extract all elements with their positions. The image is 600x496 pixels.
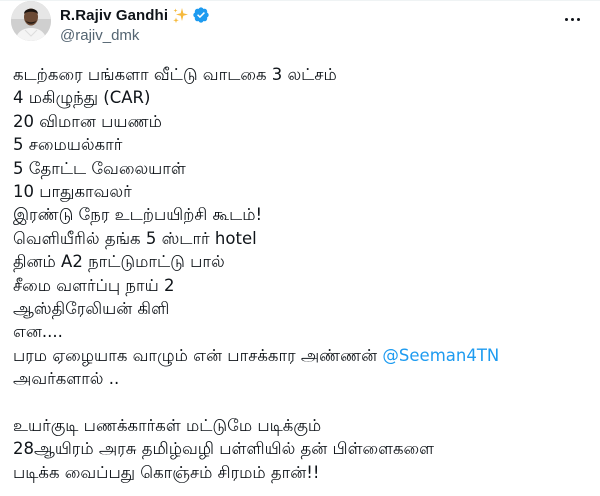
name-row: R.Rajiv Gandhi: [60, 5, 210, 25]
tweet-line-with-mention: பரம ஏழையாக வாழும் என் பாசக்கார அண்ணன் @S…: [13, 344, 593, 367]
tweet-line-text: பரம ஏழையாக வாழும் என் பாசக்கார அண்ணன்: [13, 345, 383, 365]
tweet-line: தினம் A2 நாட்டுமாட்டு பால்: [13, 252, 225, 272]
tweet-line: அவர்களால் ..: [13, 369, 120, 389]
author-handle[interactable]: @rajiv_dmk: [60, 26, 210, 46]
avatar[interactable]: [11, 1, 51, 41]
tweet-text: கடற்கரை பங்களா வீட்டு வாடகை 3 லட்சம் 4 ம…: [13, 63, 593, 484]
tweet-line: 5 தோட்ட வேலையாள்: [13, 158, 186, 178]
divider: [0, 0, 600, 1]
tweet-line: 20 விமான பயணம்: [13, 111, 162, 131]
more-options-button[interactable]: [560, 8, 584, 30]
tweet-line: ஆஸ்திரேலியன் கிளி: [13, 298, 170, 318]
tweet-line: படிக்க வைப்பது கொஞ்சம் சிரமம் தான்!!: [13, 462, 320, 482]
tweet-line: என....: [13, 322, 63, 342]
more-dot-icon: [570, 17, 574, 21]
author-display-name[interactable]: R.Rajiv Gandhi: [60, 7, 168, 24]
tweet-line: 10 பாதுகாவலர்: [13, 181, 132, 201]
tweet-header: R.Rajiv Gandhi @rajiv_dmk: [60, 5, 210, 45]
avatar-photo: [11, 1, 51, 41]
verified-badge-icon: [192, 6, 210, 24]
more-dot-icon: [576, 17, 580, 21]
tweet-line: 28ஆயிரம் அரசு தமிழ்வழி பள்ளியில் தன் பிள…: [13, 439, 435, 459]
sparkles-icon: [172, 7, 189, 24]
tweet-line: கடற்கரை பங்களா வீட்டு வாடகை 3 லட்சம்: [13, 65, 337, 84]
more-dot-icon: [564, 17, 568, 21]
tweet-line: இரண்டு நேர உடற்பயிற்சி கூடம்!: [13, 205, 263, 225]
mention-link[interactable]: @Seeman4TN: [382, 346, 499, 365]
tweet-line: வெளியீரில் தங்க 5 ஸ்டார் hotel: [13, 228, 257, 248]
tweet-line: சீமை வளர்ப்பு நாய் 2: [13, 275, 175, 295]
tweet-line: 4 மகிழுந்து (CAR): [13, 88, 151, 108]
tweet-card: R.Rajiv Gandhi @rajiv_dmk கடற்கரை பங்களா…: [0, 0, 600, 496]
tweet-line: 5 சமையல்கார்: [13, 135, 123, 155]
tweet-line: உயர்குடி பணக்கார்கள் மட்டுமே படிக்கும்: [13, 415, 322, 435]
